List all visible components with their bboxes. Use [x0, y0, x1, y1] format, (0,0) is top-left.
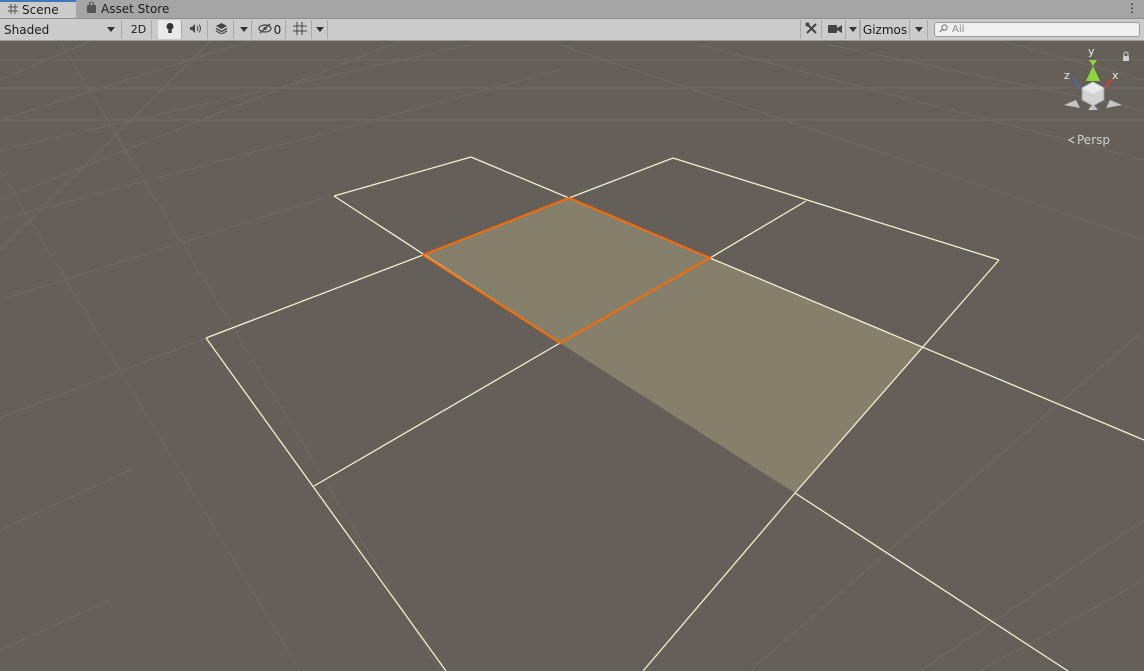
- search-input[interactable]: All: [934, 22, 1140, 37]
- tab-asset-store[interactable]: Asset Store: [78, 0, 178, 18]
- draw-mode-label: Shaded: [4, 22, 50, 37]
- axis-z-label: z: [1064, 69, 1070, 82]
- kebab-menu-icon[interactable]: ⋮: [1126, 2, 1138, 14]
- projection-toggle[interactable]: Persp: [1067, 133, 1110, 147]
- tools-icon: [805, 22, 818, 38]
- grid-toggle-button[interactable]: [288, 20, 312, 39]
- grid-dropdown[interactable]: [312, 20, 328, 39]
- draw-mode-dropdown[interactable]: Shaded: [0, 20, 122, 39]
- projection-label: Persp: [1077, 133, 1110, 147]
- hidden-count: 0: [273, 22, 282, 37]
- axis-x-label: x: [1112, 69, 1119, 82]
- search-placeholder: All: [952, 24, 965, 35]
- lightbulb-icon: [164, 22, 176, 37]
- eye-slash-icon: [258, 23, 272, 37]
- scene-toolbar: Shaded 2D 0 Gizmos All: [0, 19, 1144, 41]
- 2d-label: 2D: [130, 23, 147, 36]
- chevron-down-icon: [914, 27, 923, 32]
- camera-dropdown[interactable]: [846, 20, 860, 39]
- tab-scene-label: Scene: [22, 3, 59, 17]
- tab-scene[interactable]: Scene: [0, 0, 76, 18]
- camera-button[interactable]: [824, 20, 846, 39]
- grid-snap-icon: [292, 21, 307, 38]
- tab-asset-store-label: Asset Store: [101, 2, 170, 16]
- speaker-icon: [189, 23, 202, 37]
- scene-canvas: [0, 41, 1144, 671]
- search-icon: [939, 24, 949, 35]
- grid-icon: [8, 3, 18, 17]
- effects-dropdown[interactable]: [236, 20, 252, 39]
- axis-y-label: y: [1088, 45, 1095, 58]
- hidden-objects-toggle[interactable]: 0: [254, 20, 286, 39]
- gizmos-button[interactable]: Gizmos: [860, 20, 910, 39]
- lock-icon[interactable]: [1123, 56, 1129, 61]
- bag-icon: [86, 1, 97, 16]
- 2d-toggle-button[interactable]: 2D: [126, 20, 152, 39]
- chevron-down-icon: [239, 27, 248, 32]
- chevron-down-icon: [848, 27, 857, 32]
- gizmos-dropdown[interactable]: [910, 20, 928, 39]
- chevron-down-icon: [107, 27, 115, 32]
- gizmos-label: Gizmos: [862, 22, 908, 37]
- tab-bar: Scene Asset Store ⋮: [0, 0, 1144, 19]
- scene-viewport[interactable]: y x z: [0, 41, 1144, 671]
- effects-toggle-button[interactable]: [210, 20, 234, 39]
- layers-icon: [215, 22, 228, 37]
- tools-button[interactable]: [800, 20, 822, 39]
- chevron-left-icon: [1067, 133, 1075, 147]
- audio-toggle-button[interactable]: [184, 20, 208, 39]
- lighting-toggle-button[interactable]: [158, 20, 182, 39]
- chevron-down-icon: [315, 27, 324, 32]
- camera-icon: [827, 23, 842, 37]
